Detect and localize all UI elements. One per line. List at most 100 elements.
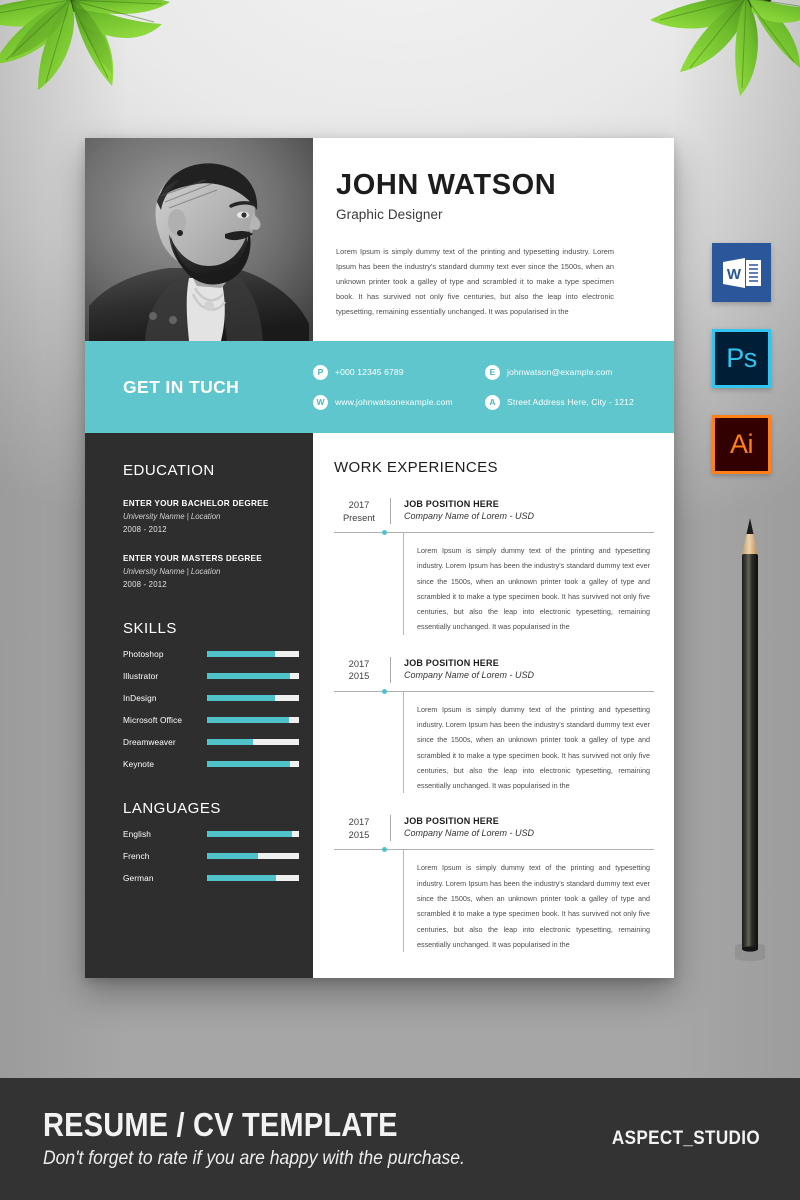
- candidate-intro: Lorem Ipsum is simply dummy text of the …: [336, 247, 614, 317]
- job-year-to: 2015: [348, 829, 370, 840]
- job-company: Company Name of Lorem - USD: [404, 669, 535, 680]
- contact-phone-text: +000 12345 6789: [335, 367, 404, 377]
- job-company: Company Name of Lorem - USD: [404, 511, 535, 521]
- microsoft-word-badge[interactable]: W: [712, 243, 771, 302]
- skill-label: InDesign: [123, 693, 157, 703]
- job-title: JOB POSITION HERE: [404, 499, 499, 509]
- job-company: Company Name of Lorem - USD: [404, 828, 535, 839]
- skill-bar-fill: [207, 717, 289, 723]
- language-label: French: [123, 851, 150, 861]
- skill-label: Microsoft Office: [123, 715, 183, 725]
- skill-bar-fill: [207, 695, 276, 701]
- education-item: ENTER YOUR MASTERS DEGREE University Nan…: [85, 554, 313, 589]
- job-year-to: Present: [342, 512, 376, 523]
- education-university: University Nanme | Location: [123, 567, 221, 576]
- skill-bar-fill: [207, 651, 276, 657]
- skill-label: Photoshop: [123, 649, 164, 659]
- resume-sidebar: EDUCATION ENTER YOUR BACHELOR DEGREE Uni…: [85, 433, 313, 978]
- job-year-from: 2017: [348, 500, 370, 510]
- format-badges: W Ps Ai: [712, 243, 771, 501]
- education-years: 2008 - 2012: [123, 580, 167, 589]
- job-entry: 2017 2015 JOB POSITION HERE Company Name…: [334, 656, 654, 794]
- language-bar-fill: [207, 831, 292, 837]
- job-title: JOB POSITION HERE: [404, 657, 499, 668]
- language-label: German: [123, 873, 154, 883]
- skills-heading: SKILLS: [123, 620, 177, 637]
- skill-bar: [207, 673, 299, 679]
- skill-row: Microsoft Office: [85, 715, 313, 725]
- job-year-from: 2017: [348, 817, 370, 828]
- job-years: 2017 2015: [334, 657, 384, 683]
- profile-photo: [85, 138, 313, 341]
- contact-address[interactable]: A Street Address Here, City - 1212: [485, 394, 656, 410]
- job-entry: 2017 Present JOB POSITION HERE Company N…: [334, 498, 654, 635]
- skill-label: Keynote: [123, 759, 155, 769]
- work-heading: WORK EXPERIENCES: [334, 459, 498, 476]
- resume-page: JOHN WATSON Graphic Designer Lorem Ipsum…: [85, 138, 674, 978]
- contact-band: GET IN TUCH P +000 12345 6789 E johnwats…: [85, 341, 674, 433]
- skill-row: Keynote: [85, 759, 313, 769]
- skill-bar: [207, 695, 299, 701]
- footer-subtitle: Don't forget to rate if you are happy wi…: [43, 1146, 465, 1169]
- language-bar-fill: [207, 875, 276, 881]
- footer-title: RESUME / CV TEMPLATE: [43, 1106, 398, 1144]
- education-degree: ENTER YOUR BACHELOR DEGREE: [123, 499, 269, 508]
- job-rule: [334, 847, 654, 853]
- job-description: Lorem Ipsum is simply dummy text of the …: [417, 863, 650, 949]
- job-years: 2017 Present: [334, 498, 384, 524]
- job-year-to: 2015: [348, 671, 370, 682]
- education-university: University Nanme | Location: [123, 512, 221, 521]
- candidate-role: Graphic Designer: [336, 207, 443, 223]
- language-row: French: [85, 851, 313, 861]
- language-bar-fill: [207, 853, 258, 859]
- education-heading: EDUCATION: [123, 462, 215, 479]
- contact-title: GET IN TUCH: [123, 376, 240, 397]
- contact-website[interactable]: W www.johnwatsonexample.com: [313, 394, 485, 410]
- footer-studio-name: ASPECT_STUDIO: [612, 1128, 761, 1149]
- phone-icon: P: [313, 364, 328, 380]
- language-row: German: [85, 873, 313, 883]
- job-entry: 2017 2015 JOB POSITION HERE Company Name…: [334, 815, 654, 953]
- contact-email[interactable]: E johnwatson@example.com: [485, 364, 656, 380]
- skill-bar-fill: [207, 673, 290, 679]
- education-degree: ENTER YOUR MASTERS DEGREE: [123, 554, 262, 563]
- work-experience-section: WORK EXPERIENCES 2017 Present JOB POSITI…: [313, 433, 674, 978]
- footer-banner: RESUME / CV TEMPLATE Don't forget to rat…: [0, 1078, 800, 1200]
- language-bar: [207, 853, 299, 859]
- skill-row: Dreamweaver: [85, 737, 313, 747]
- photoshop-badge[interactable]: Ps: [712, 329, 771, 388]
- education-years: 2008 - 2012: [123, 525, 167, 534]
- skill-bar: [207, 651, 299, 657]
- illustrator-badge[interactable]: Ai: [712, 415, 771, 474]
- job-description: Lorem Ipsum is simply dummy text of the …: [417, 546, 650, 632]
- job-title: JOB POSITION HERE: [404, 816, 499, 827]
- education-item: ENTER YOUR BACHELOR DEGREE University Na…: [85, 499, 313, 534]
- skill-row: InDesign: [85, 693, 313, 703]
- language-bar: [207, 875, 299, 881]
- language-bar: [207, 831, 299, 837]
- job-description: Lorem Ipsum is simply dummy text of the …: [417, 704, 650, 791]
- job-divider: [390, 498, 391, 525]
- skill-bar-fill: [207, 739, 253, 745]
- timeline-dot-icon: [382, 688, 387, 694]
- languages-heading: LANGUAGES: [123, 800, 221, 817]
- contact-address-text: Street Address Here, City - 1212: [507, 397, 634, 407]
- skill-bar: [207, 717, 299, 723]
- skill-label: Dreamweaver: [123, 737, 176, 747]
- job-year-from: 2017: [348, 658, 370, 669]
- contact-email-text: johnwatson@example.com: [507, 367, 613, 377]
- skill-bar: [207, 739, 299, 745]
- skill-row: Photoshop: [85, 649, 313, 659]
- job-divider: [390, 815, 391, 842]
- contact-phone[interactable]: P +000 12345 6789: [313, 364, 485, 380]
- job-rule: [334, 688, 654, 694]
- website-icon: W: [313, 394, 328, 410]
- skill-label: Illustrator: [123, 671, 159, 681]
- resume-header: JOHN WATSON Graphic Designer Lorem Ipsum…: [85, 138, 674, 341]
- address-icon: A: [485, 394, 500, 410]
- job-years: 2017 2015: [334, 815, 384, 841]
- skill-row: Illustrator: [85, 671, 313, 681]
